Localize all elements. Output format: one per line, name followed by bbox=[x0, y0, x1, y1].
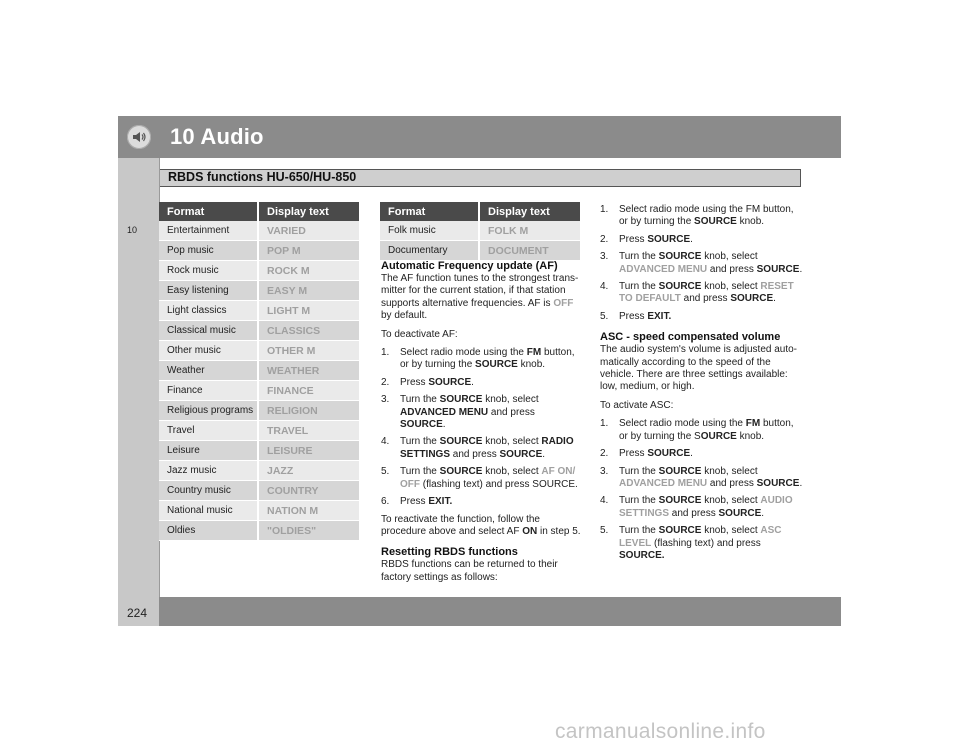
list-item: 5. Turn the SOURCE knob, select AF ON/ OF… bbox=[381, 466, 578, 490]
list-item: 1. Select radio mode using the FM button,… bbox=[600, 204, 794, 228]
table-row: Leisure LEISURE bbox=[159, 440, 359, 461]
table-row: Jazz music JAZZ bbox=[159, 460, 359, 481]
table-row: Travel TRAVEL bbox=[159, 420, 359, 441]
asc-heading: ASC - speed compensated volume bbox=[600, 331, 781, 344]
list-item: 3. Turn the SOURCE knob, select ADVANCED … bbox=[600, 465, 803, 489]
display-text-cell: EASY M bbox=[258, 280, 359, 301]
display-text-cell: JAZZ bbox=[258, 460, 359, 481]
list-item: 2. Press SOURCE. bbox=[600, 448, 693, 460]
format-cell: Weather bbox=[159, 360, 259, 381]
format-table-2: Format Display text Folk music FOLK M Docu… bbox=[380, 202, 580, 261]
list-item: 2. Press SOURCE. bbox=[600, 233, 693, 245]
list-item: 2. Press SOURCE. bbox=[381, 376, 474, 388]
table-header-display-text: Display text bbox=[258, 202, 359, 221]
table-row: Oldies "OLDIES" bbox=[159, 520, 359, 541]
format-cell: Folk music bbox=[380, 221, 480, 241]
list-item: 4. Turn the SOURCE knob, select AUDIO SET… bbox=[600, 495, 793, 519]
list-item: 3. Turn the SOURCE knob, select ADVANCED … bbox=[381, 394, 539, 431]
table-row: Religious programs RELIGION bbox=[159, 400, 359, 421]
display-text-cell: COUNTRY bbox=[258, 480, 359, 501]
table-row: Folk music FOLK M bbox=[380, 221, 580, 241]
display-text-cell: WEATHER bbox=[258, 360, 359, 381]
list-item: 4. Turn the SOURCE knob, select RADIO SET… bbox=[381, 436, 574, 460]
format-cell: Finance bbox=[159, 380, 259, 401]
table-row: Finance FINANCE bbox=[159, 380, 359, 401]
display-text-cell: OTHER M bbox=[258, 340, 359, 361]
table-row: Light classics LIGHT M bbox=[159, 300, 359, 321]
chapter-title: 10 Audio bbox=[170, 124, 264, 149]
format-cell: Travel bbox=[159, 420, 259, 441]
table-row: National music NATION M bbox=[159, 500, 359, 521]
list-item: 1. Select radio mode using the FM button,… bbox=[381, 347, 575, 371]
reset-asc-column: 1. Select radio mode using the FM button,… bbox=[600, 204, 805, 567]
af-column: Automatic Frequency update (AF) The AF f… bbox=[381, 260, 581, 590]
table-row: Country music COUNTRY bbox=[159, 480, 359, 501]
page-number: 224 bbox=[127, 606, 148, 620]
table-row: Entertainment VARIED bbox=[159, 221, 359, 241]
display-text-cell: CLASSICS bbox=[258, 320, 359, 341]
table-row: Documentary DOCUMENT bbox=[380, 240, 580, 261]
table-row: Weather WEATHER bbox=[159, 360, 359, 381]
display-text-cell: FOLK M bbox=[479, 221, 580, 241]
display-text-cell: TRAVEL bbox=[258, 420, 359, 441]
list-item: 6. Press EXIT. bbox=[381, 496, 453, 508]
format-cell: Jazz music bbox=[159, 460, 259, 481]
format-cell: Other music bbox=[159, 340, 259, 361]
display-text-cell: DOCUMENT bbox=[479, 240, 580, 261]
format-cell: Leisure bbox=[159, 440, 259, 461]
display-text-cell: RELIGION bbox=[258, 400, 359, 421]
table-row: Easy listening EASY M bbox=[159, 280, 359, 301]
asc-steps: 1. Select radio mode using the FM button,… bbox=[600, 418, 805, 562]
af-heading: Automatic Frequency update (AF) bbox=[381, 260, 558, 272]
format-cell: Easy listening bbox=[159, 280, 259, 301]
reset-steps: 1. Select radio mode using the FM button,… bbox=[600, 204, 805, 323]
format-cell: Rock music bbox=[159, 260, 259, 281]
format-table-1: Format Display text Entertainment VARIED P… bbox=[159, 202, 359, 541]
table-header-format: Format bbox=[380, 202, 480, 221]
af-steps: 1. Select radio mode using the FM button,… bbox=[381, 347, 581, 508]
display-text-cell: POP M bbox=[258, 240, 359, 261]
table-row: Rock music ROCK M bbox=[159, 260, 359, 281]
reset-intro: RBDS functions can be returned to their … bbox=[381, 559, 558, 583]
watermark: carmanualsonline.info bbox=[555, 720, 766, 743]
side-strip bbox=[118, 158, 159, 598]
display-text-cell: VARIED bbox=[258, 221, 359, 241]
format-cell: National music bbox=[159, 500, 259, 521]
table-row: Other music OTHER M bbox=[159, 340, 359, 361]
reset-heading: Resetting RBDS functions bbox=[381, 546, 518, 559]
list-item: 4. Turn the SOURCE knob, select RESET TO … bbox=[600, 281, 794, 305]
display-text-cell: NATION M bbox=[258, 500, 359, 521]
format-cell: Pop music bbox=[159, 240, 259, 261]
list-item: 3. Turn the SOURCE knob, select ADVANCED … bbox=[600, 251, 803, 275]
format-cell: Entertainment bbox=[159, 221, 259, 241]
display-text-cell: LEISURE bbox=[258, 440, 359, 461]
display-text-cell: "OLDIES" bbox=[258, 520, 359, 541]
display-text-cell: ROCK M bbox=[258, 260, 359, 281]
list-item: 5. Press EXIT. bbox=[600, 310, 672, 322]
footer-bar bbox=[159, 597, 841, 626]
format-cell: Religious programs bbox=[159, 400, 259, 421]
display-text-cell: FINANCE bbox=[258, 380, 359, 401]
speaker-icon bbox=[127, 125, 151, 149]
display-text-cell: LIGHT M bbox=[258, 300, 359, 321]
table-header-format: Format bbox=[159, 202, 259, 221]
list-item: 5. Turn the SOURCE knob, select ASC LEVEL… bbox=[600, 525, 782, 561]
asc-intro: The audio system's volume is adjusted au… bbox=[600, 344, 798, 393]
format-cell: Light classics bbox=[159, 300, 259, 321]
format-cell: Classical music bbox=[159, 320, 259, 341]
section-title: RBDS functions HU-650/HU-850 bbox=[168, 170, 357, 184]
side-chapter-number: 10 bbox=[127, 225, 138, 235]
table-row: Pop music POP M bbox=[159, 240, 359, 261]
table-row: Classical music CLASSICS bbox=[159, 320, 359, 341]
format-cell: Oldies bbox=[159, 520, 259, 541]
format-cell: Country music bbox=[159, 480, 259, 501]
asc-activate-label: To activate ASC: bbox=[600, 399, 674, 411]
list-item: 1. Select radio mode using the FM button,… bbox=[600, 418, 794, 442]
af-deactivate-label: To deactivate AF: bbox=[381, 328, 458, 340]
table-header-display-text: Display text bbox=[479, 202, 580, 221]
af-intro: The AF function tunes to the strongest t… bbox=[381, 273, 579, 322]
af-reactivate: To reactivate the function, follow the p… bbox=[381, 513, 581, 537]
format-cell: Documentary bbox=[380, 240, 480, 261]
